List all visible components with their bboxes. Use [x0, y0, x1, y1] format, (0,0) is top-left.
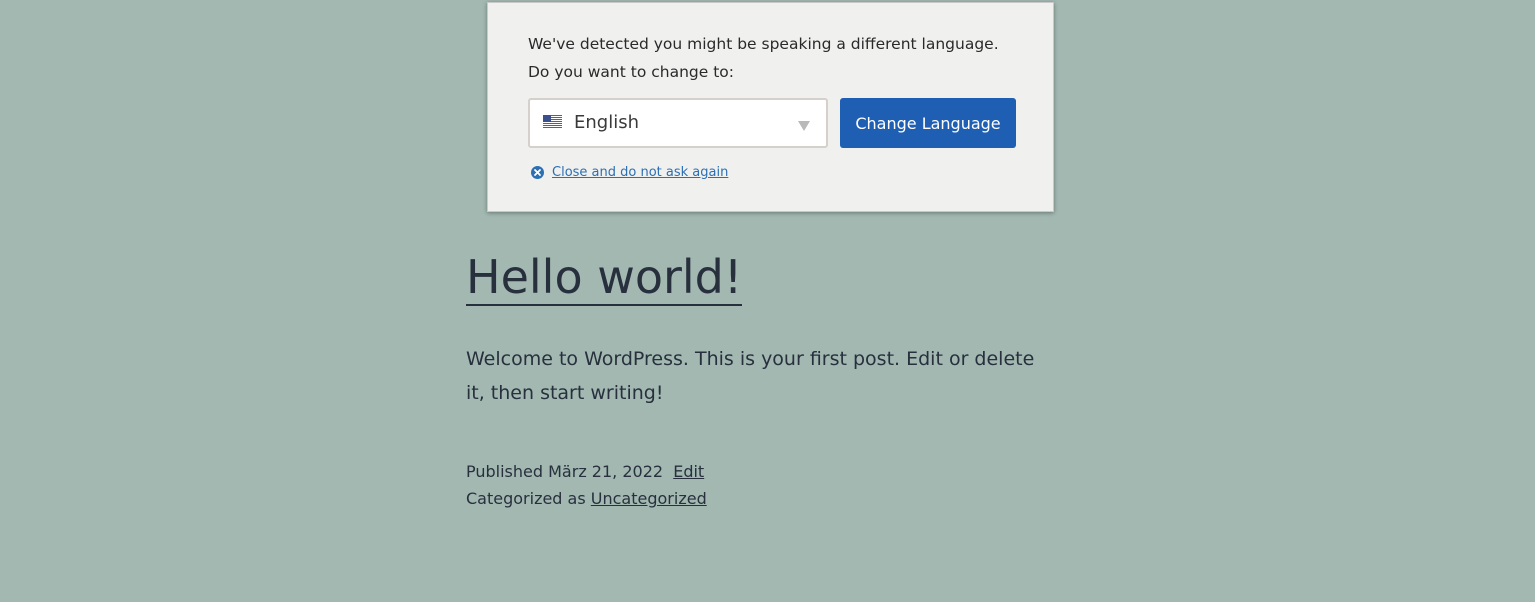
close-icon [531, 166, 544, 179]
post-content: Welcome to WordPress. This is your first… [466, 348, 1035, 404]
post-meta-published: Published März 21, 2022 Edit [466, 462, 704, 481]
published-date: März 21, 2022 [548, 462, 664, 481]
post-article: Hello world! Welcome to WordPress. This … [466, 250, 1066, 508]
us-flag-icon [543, 115, 562, 128]
language-switcher-popup: We've detected you might be speaking a d… [487, 2, 1054, 212]
change-language-button[interactable]: Change Language [840, 98, 1016, 148]
close-link-label: Close and do not ask again [552, 165, 729, 180]
language-prompt-message: We've detected you might be speaking a d… [528, 30, 1028, 86]
published-label: Published [466, 462, 544, 481]
categorized-label: Categorized as [466, 489, 586, 508]
chevron-down-icon [798, 121, 810, 131]
post-meta-category: Categorized as Uncategorized [466, 489, 707, 508]
language-select[interactable]: English [528, 98, 828, 148]
language-prompt-line2: Do you want to change to: [528, 63, 734, 81]
post-title[interactable]: Hello world! [466, 250, 743, 306]
language-prompt-line1: We've detected you might be speaking a d… [528, 35, 999, 53]
selected-language: English [574, 112, 639, 133]
close-do-not-ask-link[interactable]: Close and do not ask again [531, 165, 728, 180]
category-link[interactable]: Uncategorized [591, 489, 707, 508]
edit-link[interactable]: Edit [673, 462, 704, 481]
